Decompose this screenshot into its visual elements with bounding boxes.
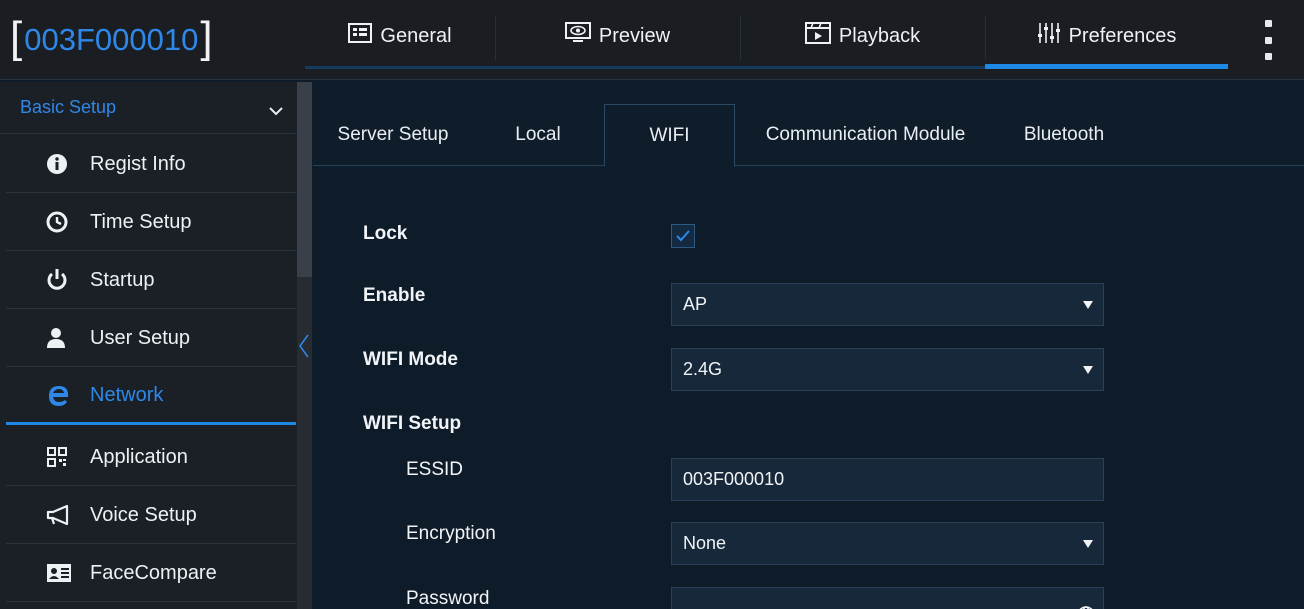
sidebar-item-label: Startup: [90, 268, 155, 291]
subtab-wifi[interactable]: WIFI: [604, 104, 735, 167]
tab-general-label: General: [380, 24, 452, 47]
monitor-eye-icon: [564, 22, 591, 50]
lock-checkbox[interactable]: [671, 224, 695, 248]
sidebar-item-label: FaceCompare: [90, 561, 217, 584]
sidebar-item-label: Regist Info: [90, 152, 186, 175]
sidebar-item-label: Network: [90, 383, 164, 406]
sidebar-item-network[interactable]: Network: [6, 368, 296, 425]
sidebar-item-user-setup[interactable]: User Setup: [6, 310, 296, 367]
subtab-label: WIFI: [649, 124, 690, 146]
ie-network-icon: [46, 383, 84, 407]
enable-label: Enable: [363, 285, 426, 306]
main-panel: Server Setup Local WIFI Communication Mo…: [313, 82, 1304, 609]
sidebar-item-label: Voice Setup: [90, 503, 197, 526]
encryption-select[interactable]: None: [671, 522, 1104, 565]
sidebar-item-regist-info[interactable]: Regist Info: [6, 136, 296, 193]
sidebar-section-label: Basic Setup: [20, 97, 117, 117]
subtab-server-setup[interactable]: Server Setup: [333, 104, 453, 166]
wifi-mode-select[interactable]: 2.4G: [671, 348, 1104, 391]
sidebar-item-startup[interactable]: Startup: [6, 252, 296, 309]
qr-grid-icon: [46, 446, 84, 468]
checkmark-icon: [676, 230, 690, 242]
subtab-communication-module[interactable]: Communication Module: [753, 104, 978, 166]
film-play-icon: [804, 22, 831, 50]
sidebar-item-facecompare[interactable]: FaceCompare: [6, 545, 296, 602]
device-id-text: 003F000010: [24, 22, 199, 57]
wifi-mode-label: WIFI Mode: [363, 349, 458, 370]
right-bracket: ]: [200, 13, 213, 62]
sidebar-item-application[interactable]: Application: [6, 429, 296, 486]
tab-general[interactable]: General: [305, 0, 495, 72]
tab-playback[interactable]: Playback: [740, 0, 985, 72]
sliders-icon: [1037, 22, 1061, 50]
sidebar-item-label: Time Setup: [90, 210, 192, 233]
essid-label: ESSID: [406, 459, 464, 480]
dropdown-caret-icon: [1083, 366, 1093, 374]
encryption-value: None: [683, 533, 727, 553]
sidebar-item-time-setup[interactable]: Time Setup: [6, 194, 296, 251]
left-bracket: [: [10, 13, 23, 62]
wifi-setup-heading: WIFI Setup: [363, 413, 462, 434]
wifi-mode-value: 2.4G: [683, 359, 723, 379]
chevron-down-icon: [268, 100, 284, 121]
info-icon: [46, 153, 84, 175]
subtab-bluetooth[interactable]: Bluetooth: [1013, 104, 1115, 166]
sidebar-section-basic-setup[interactable]: Basic Setup: [0, 82, 296, 134]
sidebar: Basic Setup Regist Info Time Setup Start…: [0, 82, 312, 609]
subtab-label: Communication Module: [765, 124, 966, 145]
dropdown-caret-icon: [1083, 301, 1093, 309]
clock-icon: [46, 211, 84, 233]
tab-preview[interactable]: Preview: [495, 0, 740, 72]
tab-preview-label: Preview: [598, 24, 671, 47]
subtab-label: Local: [515, 124, 561, 145]
enable-value: AP: [683, 294, 708, 314]
password-input[interactable]: [671, 587, 1104, 609]
device-id-label: [ 003F000010 ]: [10, 14, 213, 66]
more-menu-icon[interactable]: [1258, 20, 1278, 60]
network-subtabs: Server Setup Local WIFI Communication Mo…: [313, 104, 1304, 167]
top-bar: [ 003F000010 ] General Preview Playback: [0, 0, 1304, 80]
sidebar-item-voice-setup[interactable]: Voice Setup: [6, 487, 296, 544]
general-grid-icon: [348, 23, 373, 49]
tab-preferences-label: Preferences: [1068, 24, 1177, 47]
sidebar-scrollbar-thumb[interactable]: [297, 82, 312, 277]
subtab-local[interactable]: Local: [503, 104, 573, 166]
sidebar-item-label: User Setup: [90, 326, 191, 349]
subtab-label: Server Setup: [337, 124, 449, 145]
essid-input[interactable]: 003F000010: [671, 458, 1104, 501]
power-icon: [46, 268, 84, 292]
user-icon: [46, 327, 84, 349]
lock-label: Lock: [363, 223, 408, 244]
active-tab-indicator: [985, 64, 1228, 69]
megaphone-icon: [46, 504, 84, 526]
wifi-settings-form: Lock Enable AP WIFI Mode 2.4G WIFI Setup…: [313, 167, 1304, 609]
essid-value: 003F000010: [683, 469, 785, 489]
dropdown-caret-icon: [1083, 540, 1093, 548]
tab-underline-track: [305, 66, 985, 69]
sidebar-item-label: Application: [90, 445, 188, 468]
subtab-label: Bluetooth: [1023, 124, 1105, 145]
tab-playback-label: Playback: [838, 24, 921, 47]
id-card-icon: [46, 563, 84, 583]
encryption-label: Encryption: [406, 523, 496, 544]
password-label: Password: [406, 588, 490, 609]
collapse-sidebar-chevron-icon[interactable]: [296, 332, 312, 360]
tab-preferences[interactable]: Preferences: [985, 0, 1228, 72]
enable-select[interactable]: AP: [671, 283, 1104, 326]
